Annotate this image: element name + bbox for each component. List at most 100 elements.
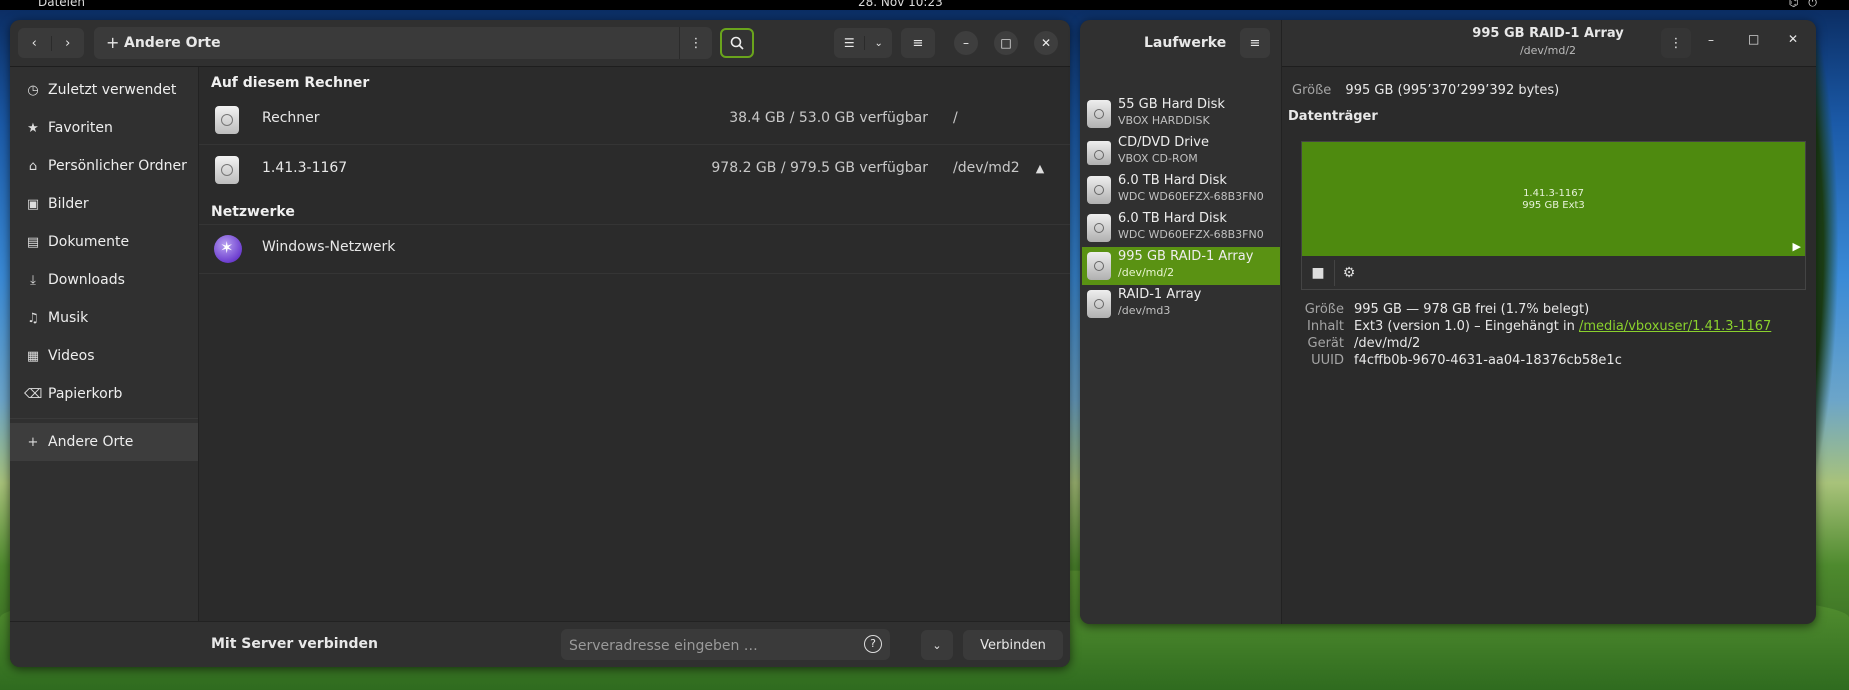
detail-key: Größe <box>1304 302 1344 317</box>
sidebar-item-documents[interactable]: ▤ Dokumente <box>10 224 198 260</box>
sidebar-item-pictures[interactable]: ▣ Bilder <box>10 186 198 222</box>
size-value: 995 GB (995’370’299’392 bytes) <box>1345 83 1560 98</box>
close-button[interactable]: ✕ <box>1034 31 1058 55</box>
plus-icon: + <box>27 434 39 450</box>
volume-partition[interactable]: 1.41.3-1167 995 GB Ext3 ▶ <box>1302 142 1805 256</box>
files-window: ‹ › + Andere Orte ⋮ ☰ ⌄ ≡ – □ ✕ ◷ Zuletzt… <box>10 20 1070 667</box>
main-menu-button[interactable]: ≡ <box>901 28 935 58</box>
sidebar-item-home[interactable]: ⌂ Persönlicher Ordner <box>10 148 198 184</box>
drive-item[interactable]: RAID-1 Array/dev/md3 <box>1082 285 1280 323</box>
chevron-down-icon: ⌄ <box>932 638 942 652</box>
mount-point-link[interactable]: /media/vboxuser/1.41.3-1167 <box>1579 319 1771 334</box>
detail-uuid-row: UUID f4cffb0b-9670-4631-aa04-18376cb58e1c <box>1294 353 1622 368</box>
drive-item[interactable]: 6.0 TB Hard Disk WDC WD60EFZX-68B3FN0 <box>1082 209 1280 247</box>
disks-menu-button[interactable]: ≡ <box>1240 28 1270 58</box>
place-space: 978.2 GB / 979.5 GB verfügbar <box>711 160 928 176</box>
sidebar-item-favorites[interactable]: ★ Favoriten <box>10 110 198 146</box>
clock-icon: ◷ <box>27 82 39 98</box>
activities-app-label[interactable]: Dateien <box>38 0 85 9</box>
selected-drive-title: 995 GB RAID-1 Array <box>1472 26 1624 41</box>
usb-disk-icon <box>1087 214 1111 242</box>
volume-graph: 1.41.3-1167 995 GB Ext3 ▶ ■ ⚙ <box>1301 141 1806 290</box>
sidebar-item-label: Persönlicher Ordner <box>48 158 187 174</box>
path-bar[interactable]: + Andere Orte ⋮ <box>94 27 712 59</box>
sidebar-item-label: Videos <box>48 348 95 364</box>
drive-size-row: Größe 995 GB (995’370’299’392 bytes) <box>1292 83 1559 98</box>
help-icon[interactable]: ? <box>864 635 882 653</box>
chevron-down-icon[interactable]: ⌄ <box>865 38 892 49</box>
detail-value: /dev/md/2 <box>1354 336 1421 351</box>
server-history-dropdown[interactable]: ⌄ <box>921 630 953 660</box>
sidebar-item-label: Musik <box>48 310 89 326</box>
drive-name: 55 GB Hard Disk <box>1118 97 1225 112</box>
drives-list: 55 GB Hard Disk VBOX HARDDISK CD/DVD Driv… <box>1080 66 1282 624</box>
sidebar-item-recent[interactable]: ◷ Zuletzt verwendet <box>10 72 198 108</box>
drive-item[interactable]: CD/DVD Drive VBOX CD-ROM <box>1082 133 1280 171</box>
forward-button[interactable]: › <box>52 36 85 51</box>
sidebar-item-other-locations[interactable]: + Andere Orte <box>10 423 198 461</box>
place-mount: / <box>953 110 958 126</box>
disks-title: Laufwerke <box>1144 35 1227 51</box>
minimize-button[interactable]: – <box>954 31 978 55</box>
optical-drive-icon <box>1087 141 1111 165</box>
detail-device-row: Gerät/dev/md/2 <box>1294 336 1421 351</box>
drive-menu-button[interactable]: ⋮ <box>1661 28 1691 58</box>
pictures-icon: ▣ <box>26 196 40 212</box>
close-button[interactable]: ✕ <box>1788 32 1798 46</box>
trash-icon: ⌫ <box>24 386 43 402</box>
path-title: Andere Orte <box>124 35 221 51</box>
music-icon: ♫ <box>27 310 39 326</box>
drive-name: 6.0 TB Hard Disk <box>1118 173 1227 188</box>
detail-key: Inhalt <box>1307 319 1344 334</box>
detail-key: UUID <box>1311 353 1344 368</box>
partition-size: 995 GB Ext3 <box>1522 200 1585 211</box>
maximize-button[interactable]: □ <box>1748 32 1759 46</box>
download-icon: ⤓ <box>30 272 36 288</box>
star-icon: ★ <box>27 120 39 136</box>
drive-item[interactable]: 6.0 TB Hard Disk WDC WD60EFZX-68B3FN0 <box>1082 171 1280 209</box>
view-switcher: ☰ ⌄ <box>834 28 892 58</box>
sidebar-item-trash[interactable]: ⌫ Papierkorb <box>10 376 198 412</box>
sidebar-item-label: Zuletzt verwendet <box>48 82 177 98</box>
path-menu-button[interactable]: ⋮ <box>679 27 712 59</box>
sidebar-item-videos[interactable]: ▦ Videos <box>10 338 198 374</box>
videos-icon: ▦ <box>26 348 40 364</box>
search-icon <box>730 36 744 50</box>
detail-size-row: Größe 995 GB — 978 GB frei (1.7% belegt) <box>1294 302 1589 317</box>
eject-icon[interactable]: ▲ <box>1030 159 1050 179</box>
drive-details: Größe 995 GB (995’370’299’392 bytes) Dat… <box>1282 66 1816 624</box>
sidebar-item-downloads[interactable]: ⤓ Downloads <box>10 262 198 298</box>
disks-window: Laufwerke ≡ 995 GB RAID-1 Array /dev/md/… <box>1080 20 1816 624</box>
maximize-button[interactable]: □ <box>994 31 1018 55</box>
header-divider <box>1281 20 1282 66</box>
minimize-button[interactable]: – <box>1708 33 1714 47</box>
place-row-windows-network[interactable]: Windows-Netzwerk <box>199 224 1070 274</box>
stop-icon[interactable]: ■ <box>1304 260 1332 286</box>
search-button[interactable] <box>720 28 754 58</box>
size-key: Größe <box>1292 83 1332 98</box>
drive-item-selected[interactable]: 995 GB RAID-1 Array/dev/md/2 <box>1082 247 1280 285</box>
sidebar-divider <box>10 418 198 419</box>
gear-icon[interactable]: ⚙ <box>1334 260 1363 286</box>
place-row-computer[interactable]: Rechner 38.4 GB / 53.0 GB verfügbar / <box>199 96 1070 145</box>
other-locations-icon: + <box>106 33 120 52</box>
harddisk-icon <box>1087 100 1111 128</box>
place-name: Windows-Netzwerk <box>262 239 396 255</box>
place-mount: /dev/md2 <box>953 160 1020 176</box>
clock[interactable]: 28. Nov 10:23 <box>858 0 943 9</box>
server-address-input[interactable] <box>561 629 841 662</box>
place-name: 1.41.3-1167 <box>262 160 348 176</box>
connect-server-label: Mit Server verbinden <box>211 636 378 652</box>
connect-button[interactable]: Verbinden <box>963 630 1063 660</box>
play-icon: ▶ <box>1792 240 1801 253</box>
hamburger-icon: ≡ <box>1249 35 1261 51</box>
system-tray[interactable]: ⌬⏻ <box>1789 0 1827 10</box>
volumes-heading: Datenträger <box>1288 109 1378 124</box>
place-row-volume[interactable]: 1.41.3-1167 978.2 GB / 979.5 GB verfügba… <box>199 146 1070 194</box>
sidebar-item-music[interactable]: ♫ Musik <box>10 300 198 336</box>
drive-item[interactable]: 55 GB Hard Disk VBOX HARDDISK <box>1082 95 1280 133</box>
partition-label: 1.41.3-1167 <box>1523 188 1584 199</box>
detail-value: f4cffb0b-9670-4631-aa04-18376cb58e1c <box>1354 353 1622 368</box>
list-view-icon[interactable]: ☰ <box>834 36 866 50</box>
back-button[interactable]: ‹ <box>18 35 52 51</box>
